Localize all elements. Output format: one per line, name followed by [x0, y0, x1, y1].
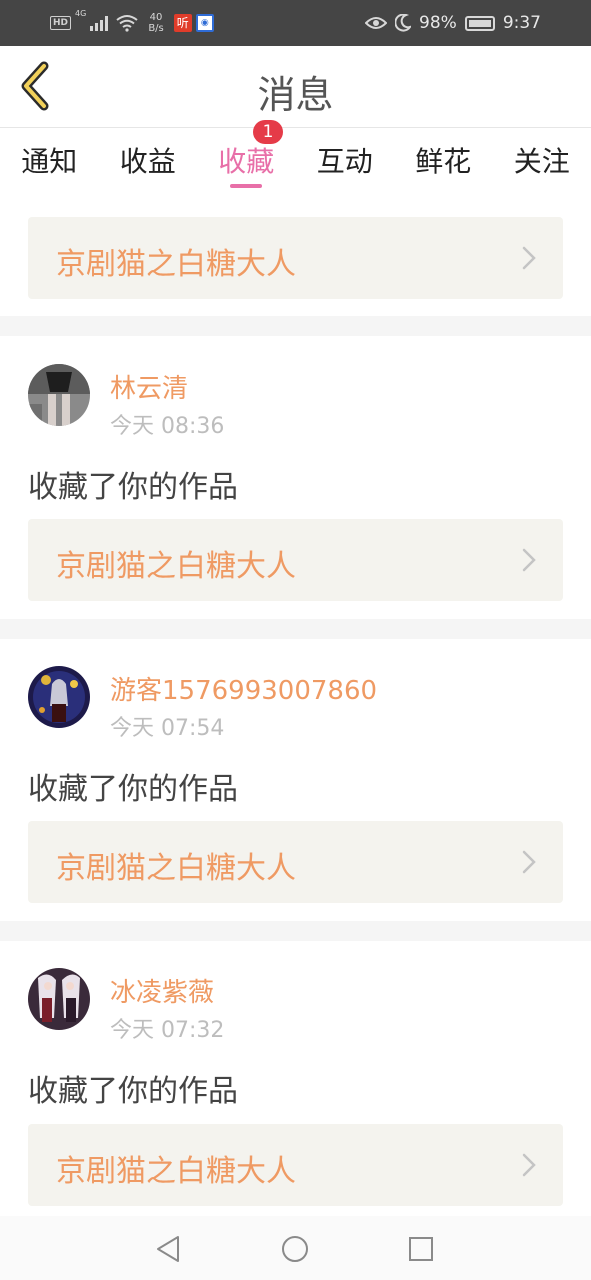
baidu-app-icon: ◉ [195, 14, 214, 32]
back-triangle-icon[interactable] [154, 1234, 184, 1264]
chevron-right-icon [522, 548, 536, 572]
user-name[interactable]: 林云清 [110, 368, 188, 405]
work-title: 京剧猫之白糖大人 [56, 851, 296, 886]
recents-square-icon[interactable] [406, 1234, 436, 1264]
hd-icon: HD [50, 16, 72, 30]
work-card[interactable]: 京剧猫之白糖大人 [28, 821, 563, 903]
work-card[interactable]: 京剧猫之白糖大人 [28, 217, 563, 299]
message-text: 收藏了你的作品 [28, 1074, 238, 1109]
header: 消息 [0, 46, 591, 128]
home-circle-icon[interactable] [280, 1234, 310, 1264]
avatar[interactable] [28, 364, 90, 426]
speed-unit: B/s [148, 23, 164, 34]
chevron-right-icon [522, 246, 536, 270]
active-tab-indicator [230, 184, 263, 188]
user-name[interactable]: 冰凌紫薇 [110, 972, 214, 1009]
message-time: 今天 07:54 [110, 716, 225, 741]
work-title: 京剧猫之白糖大人 [56, 1154, 296, 1189]
tab-earnings[interactable]: 收益 [99, 128, 198, 196]
tab-bar: 通知 收益 收藏 1 互动 鲜花 关注 [0, 120, 591, 196]
section-divider [0, 316, 591, 336]
page-title: 消息 [257, 73, 334, 117]
tab-label: 鲜花 [415, 145, 472, 178]
battery-icon [464, 15, 495, 31]
ting-app-icon: 听 [173, 14, 192, 32]
section-divider [0, 619, 591, 639]
tab-flowers[interactable]: 鲜花 [394, 128, 493, 196]
chevron-right-icon [522, 850, 536, 874]
wifi-icon [116, 15, 138, 32]
tab-label: 收藏 [218, 145, 275, 178]
network-speed: 40 B/s [148, 12, 163, 34]
message-time: 今天 07:32 [110, 1018, 225, 1043]
tab-label: 互动 [316, 145, 373, 178]
battery-percent: 98% [419, 13, 457, 33]
message-text: 收藏了你的作品 [28, 772, 238, 807]
chevron-right-icon [522, 1153, 536, 1177]
work-title: 京剧猫之白糖大人 [56, 549, 296, 584]
tab-label: 通知 [21, 145, 78, 178]
network-type: 4G [75, 9, 87, 18]
avatar[interactable] [28, 968, 90, 1030]
work-title: 京剧猫之白糖大人 [56, 247, 296, 282]
eye-comfort-icon [365, 17, 388, 29]
avatar[interactable] [28, 666, 90, 728]
tab-favorites[interactable]: 收藏 1 [197, 120, 296, 196]
signal-icon [90, 15, 109, 31]
system-nav-bar [0, 1216, 591, 1280]
moon-icon [395, 14, 412, 32]
tab-label: 收益 [119, 145, 176, 178]
section-divider [0, 921, 591, 941]
tab-interactions[interactable]: 互动 [296, 128, 395, 196]
status-bar: HD 4G 40 B/s 听 ◉ 98% 9:37 [0, 0, 591, 46]
status-bar-left: HD 4G 40 B/s 听 ◉ [50, 9, 214, 37]
tab-follows[interactable]: 关注 [493, 128, 591, 196]
user-name[interactable]: 游客1576993007860 [110, 670, 377, 707]
message-text: 收藏了你的作品 [28, 470, 238, 505]
message-time: 今天 08:36 [110, 414, 225, 439]
tab-notifications[interactable]: 通知 [0, 128, 99, 196]
work-card[interactable]: 京剧猫之白糖大人 [28, 1124, 563, 1206]
clock: 9:37 [502, 13, 541, 33]
work-card[interactable]: 京剧猫之白糖大人 [28, 519, 563, 601]
speed-value: 40 [149, 12, 163, 23]
status-bar-right: 98% 9:37 [365, 9, 541, 37]
tab-label: 关注 [513, 145, 570, 178]
unread-badge: 1 [253, 120, 283, 144]
